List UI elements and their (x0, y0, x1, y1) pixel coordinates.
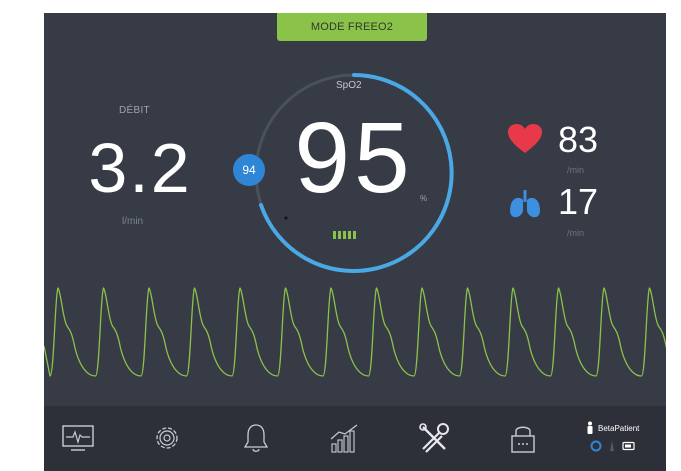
tools-button[interactable] (414, 421, 454, 455)
resp-rate-unit: /min (567, 228, 585, 238)
bottom-toolbar: BetaPatient (44, 406, 666, 471)
patient-status[interactable]: BetaPatient (586, 416, 656, 461)
heart-icon (508, 124, 542, 153)
settings-button[interactable] (147, 421, 187, 455)
pleth-waveform (44, 287, 666, 377)
lock-icon (511, 426, 535, 453)
status-icons (590, 440, 635, 452)
trends-button[interactable] (325, 421, 365, 455)
spo2-target-badge[interactable]: 94 (233, 154, 265, 186)
monitor-screen: MODE FREEO2 DÉBIT 3.2 l/min SpO2 95 % 94… (44, 13, 666, 471)
tools-icon (419, 423, 449, 453)
person-icon (587, 421, 593, 434)
debit-label: DÉBIT (119, 105, 150, 116)
resp-rate-value: 17 (558, 181, 599, 222)
signal-bar (353, 231, 356, 239)
signal-bar (343, 231, 346, 239)
signal-quality-bars (333, 231, 356, 239)
lungs-icon (510, 190, 540, 218)
debit-unit: l/min (122, 216, 144, 227)
mode-tab[interactable]: MODE FREEO2 (277, 13, 427, 41)
signal-bar (333, 231, 336, 239)
signal-bar (338, 231, 341, 239)
spo2-value: 95 (294, 102, 414, 214)
lock-button[interactable] (503, 421, 543, 455)
debit-value: 3.2 (88, 129, 192, 207)
signal-bar (348, 231, 351, 239)
spo2-unit: % (420, 194, 428, 203)
settings-gear-icon (156, 427, 178, 449)
trends-chart-icon (330, 424, 358, 453)
monitor-icon (62, 425, 94, 451)
patient-name: BetaPatient (598, 424, 640, 433)
heart-rate-unit: /min (567, 165, 585, 175)
alarm-bell-icon (243, 424, 269, 452)
monitor-button[interactable] (58, 421, 98, 455)
heart-rate-value: 83 (558, 119, 599, 160)
alarm-button[interactable] (236, 421, 276, 455)
spo2-label: SpO2 (336, 80, 362, 91)
